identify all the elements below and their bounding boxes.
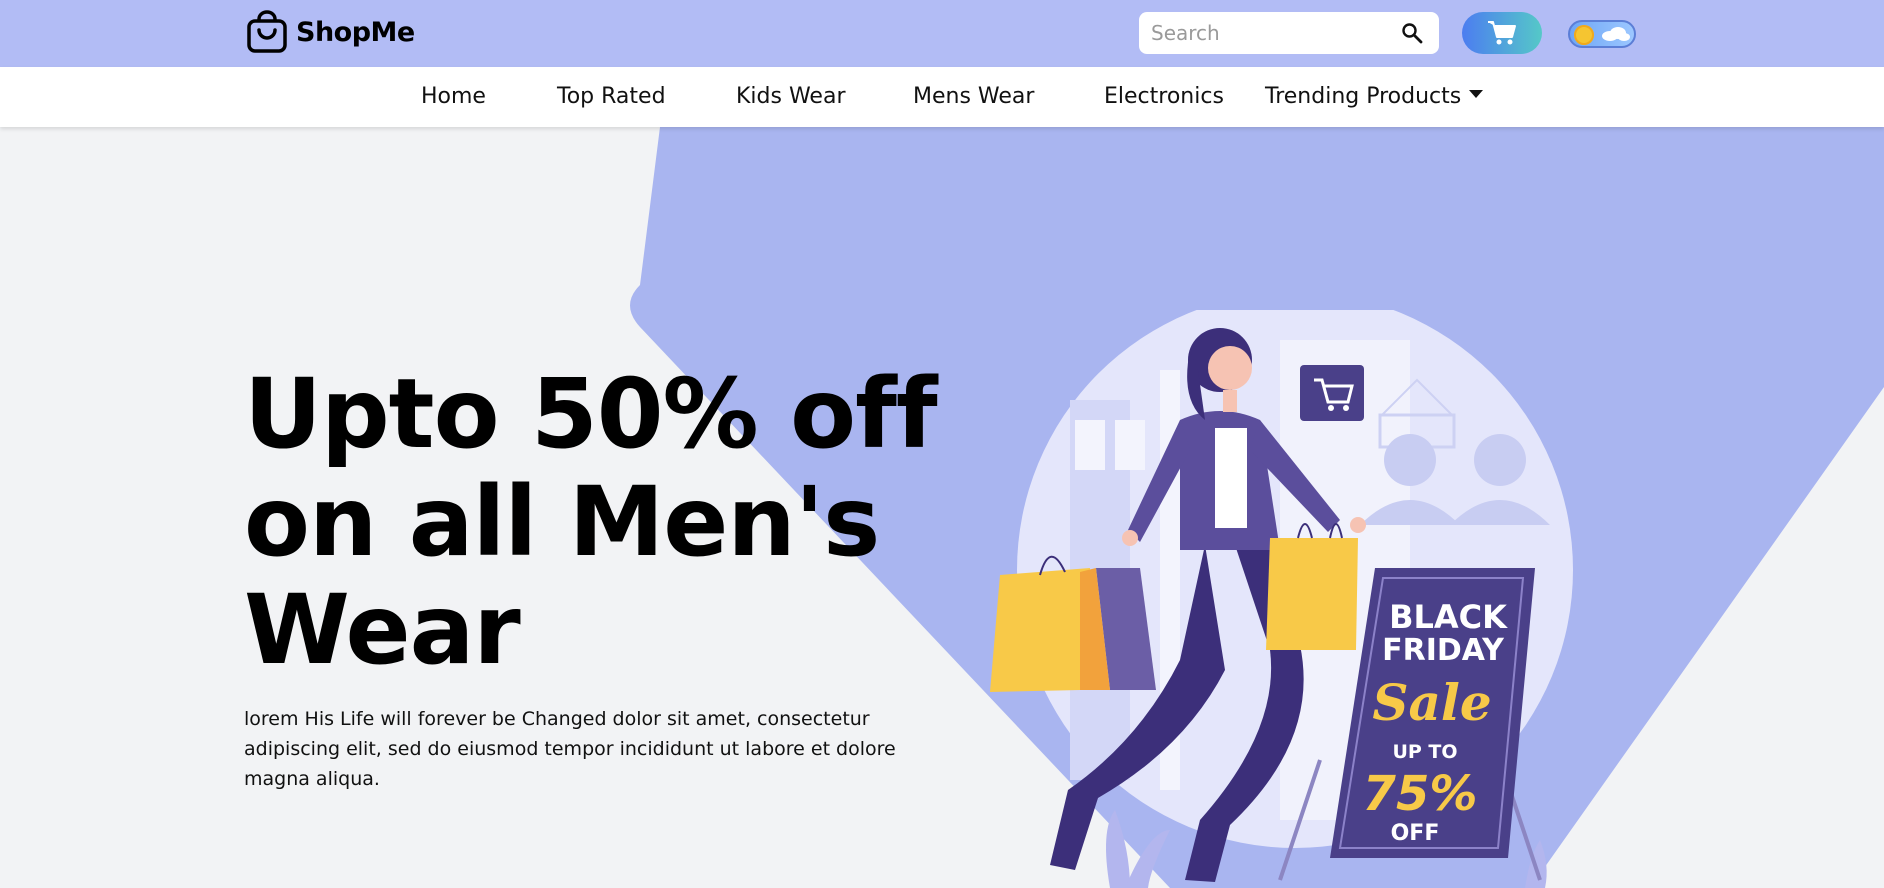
sign-line-6: OFF [1391,821,1440,846]
sign-line-4: UP TO [1392,741,1457,763]
cloud-icon [1602,27,1630,41]
main-nav: Home Top Rated Kids Wear Mens Wear Elect… [0,67,1884,127]
cart-button[interactable] [1462,12,1542,54]
sign-line-2: FRIDAY [1382,633,1505,668]
nav-item-trending-products[interactable]: Trending Products [1265,84,1484,109]
nav-item-top-rated[interactable]: Top Rated [557,84,666,109]
top-bar: ShopMe [0,0,1884,67]
sign-line-1: BLACK [1389,598,1508,636]
search-box [1139,12,1439,54]
search-input[interactable] [1151,21,1381,45]
nav-item-electronics[interactable]: Electronics [1104,84,1224,109]
nav-item-mens-wear[interactable]: Mens Wear [913,84,1034,109]
cart-tile-icon [1300,365,1364,421]
cart-icon [1488,21,1516,45]
nav-item-kids-wear[interactable]: Kids Wear [736,84,845,109]
nav-item-home[interactable]: Home [421,84,486,109]
shopping-bag-icon [247,10,287,53]
brand-logo[interactable]: ShopMe [246,10,415,54]
theme-toggle[interactable] [1568,20,1636,48]
sign-line-5: 75% [1363,766,1478,822]
trending-products-label: Trending Products [1265,84,1462,109]
search-icon[interactable] [1401,22,1423,44]
hero-headline: Upto 50% off on all Men's Wear [244,358,938,686]
brand-name: ShopMe [296,16,415,48]
hero-description: lorem His Life will forever be Changed d… [244,708,896,790]
caret-down-icon [1469,90,1484,98]
sun-icon [1574,25,1594,45]
sign-line-3: Sale [1372,673,1491,732]
hero-illustration: BLACK FRIDAY Sale UP TO 75% OFF [990,310,1573,888]
